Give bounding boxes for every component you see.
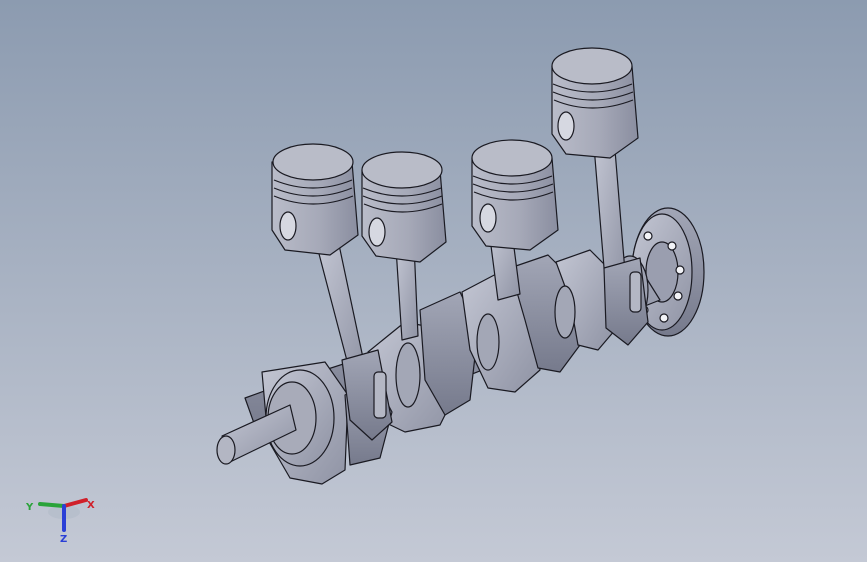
z-axis-label: Z bbox=[60, 534, 67, 545]
orientation-triad: X Y Z bbox=[20, 490, 100, 546]
x-axis-label: X bbox=[87, 500, 95, 511]
y-axis-arrow-icon bbox=[38, 502, 66, 508]
crankshaft-assembly-model[interactable] bbox=[0, 0, 867, 562]
crankshaft[interactable] bbox=[216, 249, 661, 485]
piston-2[interactable] bbox=[361, 151, 447, 263]
graphics-viewport[interactable]: X Y Z bbox=[0, 0, 867, 562]
x-axis-arrow-icon bbox=[62, 498, 88, 508]
triad-graphic: X Y Z bbox=[25, 498, 95, 545]
y-axis-label: Y bbox=[25, 502, 34, 513]
piston-4[interactable] bbox=[551, 47, 639, 159]
piston-3[interactable] bbox=[471, 139, 559, 251]
piston-1[interactable] bbox=[271, 143, 359, 256]
